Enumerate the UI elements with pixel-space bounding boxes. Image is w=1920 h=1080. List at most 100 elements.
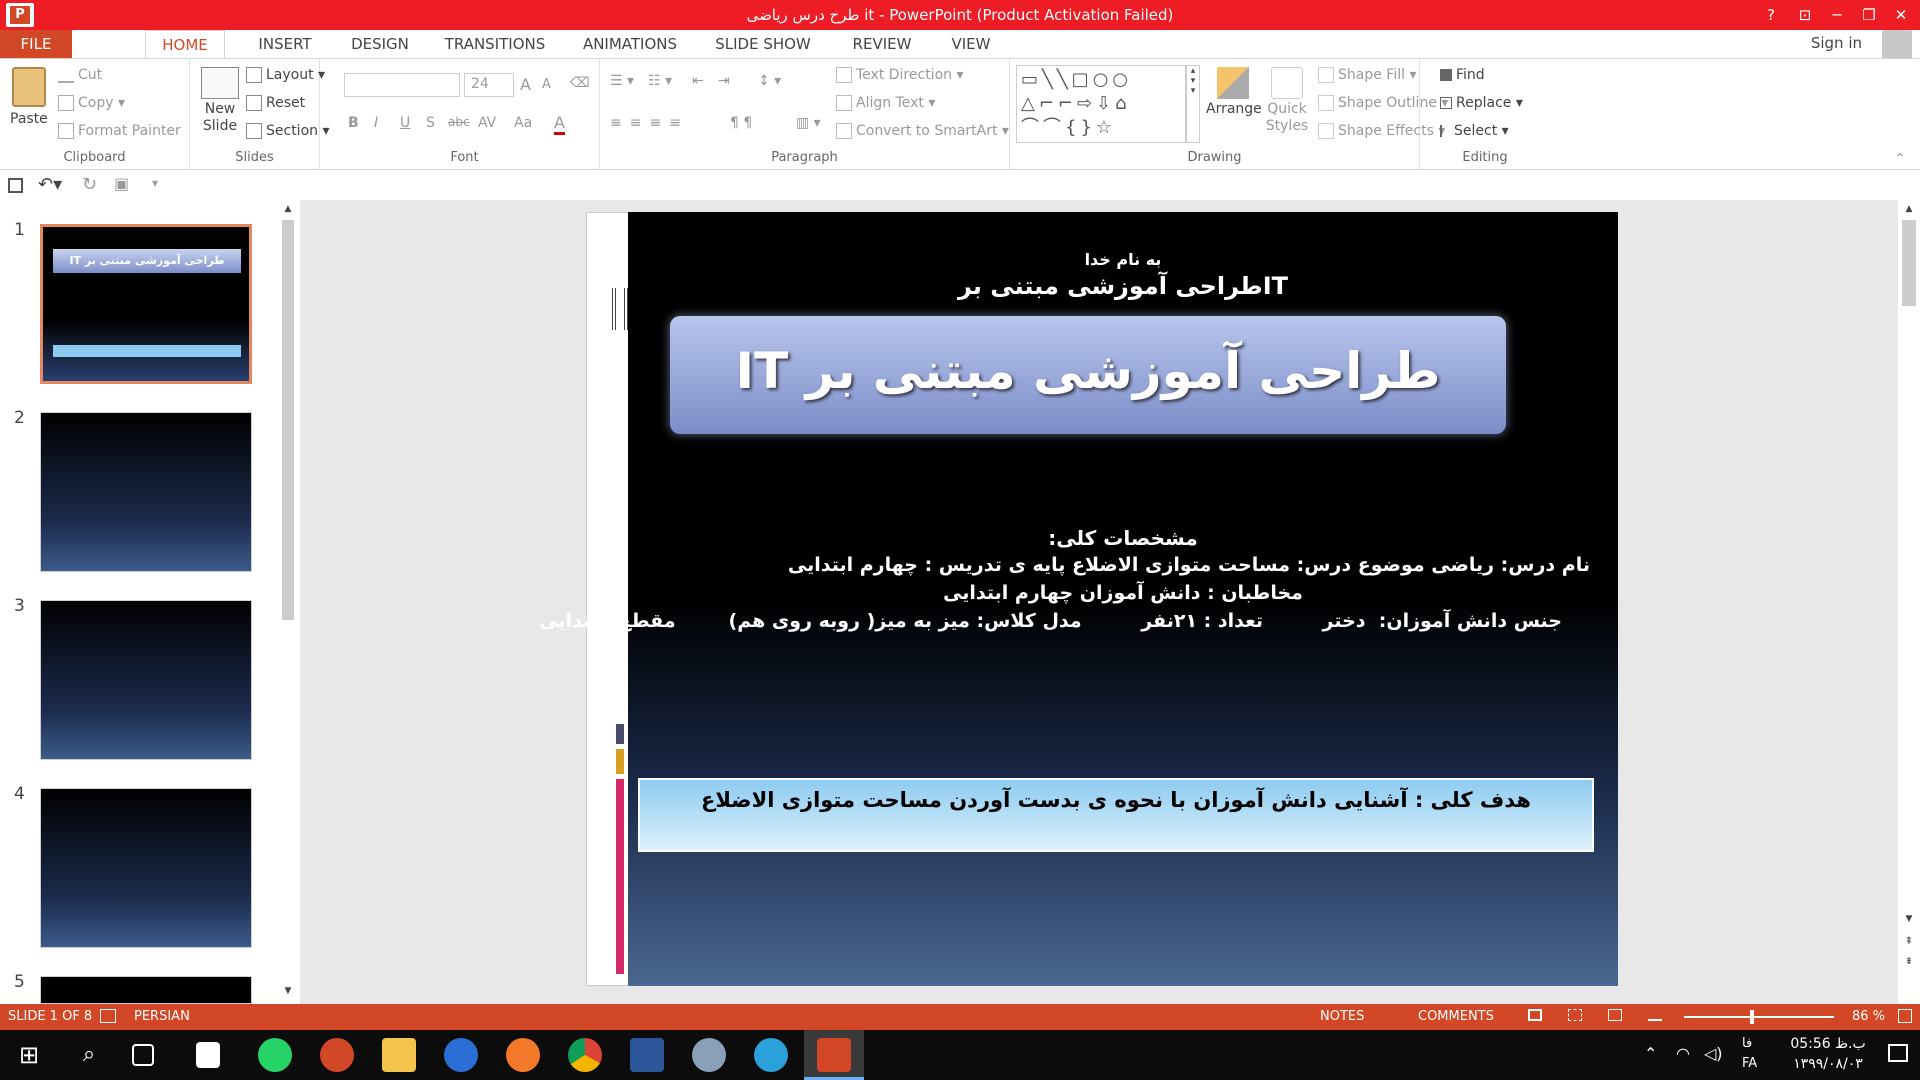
wifi-icon[interactable]: ◠ [1676, 1044, 1690, 1063]
shrink-font-button[interactable]: A [542, 77, 551, 92]
notes-button[interactable]: NOTES [1320, 1009, 1364, 1024]
sign-in-link[interactable]: Sign in [1811, 34, 1862, 52]
language-indicator[interactable]: PERSIAN [134, 1009, 190, 1024]
shadow-button[interactable]: S [426, 115, 435, 131]
collapse-ribbon-icon[interactable]: ⌃ [1894, 151, 1906, 167]
calculator-icon[interactable] [196, 1042, 220, 1068]
slide-thumbnail-4[interactable] [40, 788, 252, 948]
slide-thumbnail-5[interactable] [40, 976, 252, 1004]
section-button[interactable]: Section ▾ [246, 123, 330, 139]
strikethrough-button[interactable]: abc [448, 115, 470, 129]
tab-slide-show[interactable]: SLIDE SHOW [698, 30, 828, 58]
spellcheck-icon[interactable] [100, 1009, 116, 1023]
search-icon[interactable]: ⌕ [72, 1038, 106, 1072]
text-direction-button[interactable]: Text Direction ▾ [836, 67, 964, 83]
powerpoint-viewer-icon[interactable] [320, 1038, 354, 1072]
new-slide-button[interactable]: New Slide [198, 67, 242, 135]
current-slide[interactable]: به نام خدا ITطراحی آموزشی مبتنی بر طراحی… [539, 212, 1618, 986]
tray-date[interactable]: ۱۳۹۹/۰۸/۰۳ [1776, 1056, 1880, 1072]
tray-lang[interactable]: FA [1742, 1056, 1757, 1071]
tab-home[interactable]: HOME [145, 30, 225, 59]
quick-styles-button[interactable]: Quick Styles [1262, 65, 1312, 135]
taskbar-powerpoint-active[interactable] [804, 1030, 864, 1080]
file-explorer-icon[interactable] [382, 1038, 416, 1072]
tab-insert[interactable]: INSERT [240, 30, 330, 58]
tab-review[interactable]: REVIEW [836, 30, 928, 58]
tab-transitions[interactable]: TRANSITIONS [430, 30, 560, 58]
slide-thumbnail-1[interactable]: طراحی آموزشی مبتنی بر IT [40, 224, 252, 384]
tray-time[interactable]: 05:56 ب.ظ [1776, 1036, 1880, 1052]
redo-icon[interactable]: ↻ [82, 174, 97, 195]
slideshow-view-icon[interactable] [1648, 1009, 1662, 1021]
find-button[interactable]: Find [1440, 67, 1485, 83]
fit-slide-icon[interactable] [1898, 1009, 1912, 1023]
bullets-icon[interactable]: ☰ ▾ [610, 73, 634, 89]
ribbon-display-options-button[interactable]: ⊡ [1790, 2, 1820, 28]
slide-sorter-icon[interactable] [1568, 1009, 1582, 1021]
align-text-button[interactable]: Align Text ▾ [836, 95, 935, 111]
bold-button[interactable]: B [348, 115, 359, 131]
whatsapp-icon[interactable] [258, 1038, 292, 1072]
shapes-gallery[interactable]: ▭╲╲□○○ △⌐⌐⇨⇩⌂ ⌒⌒{}☆ [1016, 65, 1186, 143]
line-spacing-icon[interactable]: ↕ ▾ [758, 73, 781, 89]
thumbnail-scrollbar-thumb[interactable] [282, 220, 294, 620]
shape-fill-button[interactable]: Shape Fill ▾ [1318, 67, 1416, 83]
thumbnail-scrollbar[interactable]: ▲ ▼ [280, 204, 296, 1000]
zoom-slider-thumb[interactable] [1750, 1010, 1754, 1024]
save-icon[interactable] [8, 178, 23, 193]
previous-slide-icon[interactable]: ⇞ [1902, 936, 1916, 950]
undo-icon[interactable]: ↶▾ [38, 174, 62, 195]
underline-button[interactable]: U [400, 115, 410, 131]
close-button[interactable]: ✕ [1886, 2, 1916, 28]
reading-view-icon[interactable] [1608, 1009, 1622, 1021]
slide-scroll-down-icon[interactable]: ▼ [1902, 914, 1916, 928]
slide-scrollbar-thumb[interactable] [1902, 220, 1916, 306]
clear-formatting-icon[interactable]: ⌫ [570, 75, 590, 91]
font-size-select[interactable]: 24 [464, 73, 514, 97]
firefox-icon[interactable] [506, 1038, 540, 1072]
slide-thumbnail-2[interactable] [40, 412, 252, 572]
minimize-button[interactable]: ─ [1822, 2, 1852, 28]
grow-font-button[interactable]: A [520, 75, 531, 94]
normal-view-icon[interactable] [1528, 1009, 1542, 1021]
slide-thumbnail-3[interactable] [40, 600, 252, 760]
copy-button[interactable]: Copy ▾ [58, 95, 125, 111]
app-circle-icon[interactable] [444, 1038, 478, 1072]
select-button[interactable]: Select ▾ [1440, 123, 1509, 139]
align-buttons[interactable]: ≡≡≡≡ [610, 115, 689, 131]
tray-lang-fa-script[interactable]: فا [1742, 1036, 1752, 1051]
arrange-button[interactable]: Arrange [1206, 65, 1262, 117]
next-slide-icon[interactable]: ⇟ [1902, 956, 1916, 970]
shapes-more-button[interactable]: ▴ ▾ ▾ [1186, 65, 1200, 143]
tab-animations[interactable]: ANIMATIONS [566, 30, 694, 58]
word-icon[interactable] [630, 1038, 664, 1072]
font-family-select[interactable] [344, 73, 460, 97]
decrease-indent-icon[interactable]: ⇤ [692, 73, 704, 89]
columns-icon[interactable]: ▥ ▾ [796, 115, 821, 131]
task-view-icon[interactable] [132, 1044, 154, 1066]
format-painter-button[interactable]: Format Painter [58, 123, 181, 139]
layout-button[interactable]: Layout ▾ [246, 67, 325, 83]
numbering-icon[interactable]: ☷ ▾ [648, 73, 672, 89]
help-button[interactable]: ? [1756, 2, 1786, 28]
text-direction-rtl-icon[interactable]: ¶ ¶ [730, 115, 752, 131]
cut-button[interactable]: Cut [58, 67, 102, 83]
notifications-icon[interactable] [1888, 1044, 1908, 1062]
volume-icon[interactable]: ◁) [1704, 1044, 1723, 1063]
paint-icon[interactable] [692, 1038, 726, 1072]
italic-button[interactable]: I [374, 115, 378, 131]
customize-qat-icon[interactable]: ▾ [152, 176, 158, 190]
tab-file[interactable]: FILE [0, 30, 72, 58]
tray-chevron-icon[interactable]: ⌃ [1644, 1044, 1657, 1063]
slide-scrollbar[interactable]: ▲ ▼ ⇞ ⇟ [1898, 200, 1920, 1004]
character-spacing-button[interactable]: AV [478, 115, 496, 131]
increase-indent-icon[interactable]: ⇥ [718, 73, 730, 89]
replace-button[interactable]: Replace ▾ [1440, 95, 1523, 111]
change-case-button[interactable]: Aa [514, 115, 532, 131]
scroll-down-icon[interactable]: ▼ [282, 986, 294, 1000]
scroll-up-icon[interactable]: ▲ [282, 204, 294, 218]
tab-design[interactable]: DESIGN [332, 30, 428, 58]
reset-button[interactable]: Reset [246, 95, 305, 111]
telegram-icon[interactable] [754, 1038, 788, 1072]
chrome-icon[interactable] [568, 1038, 602, 1072]
